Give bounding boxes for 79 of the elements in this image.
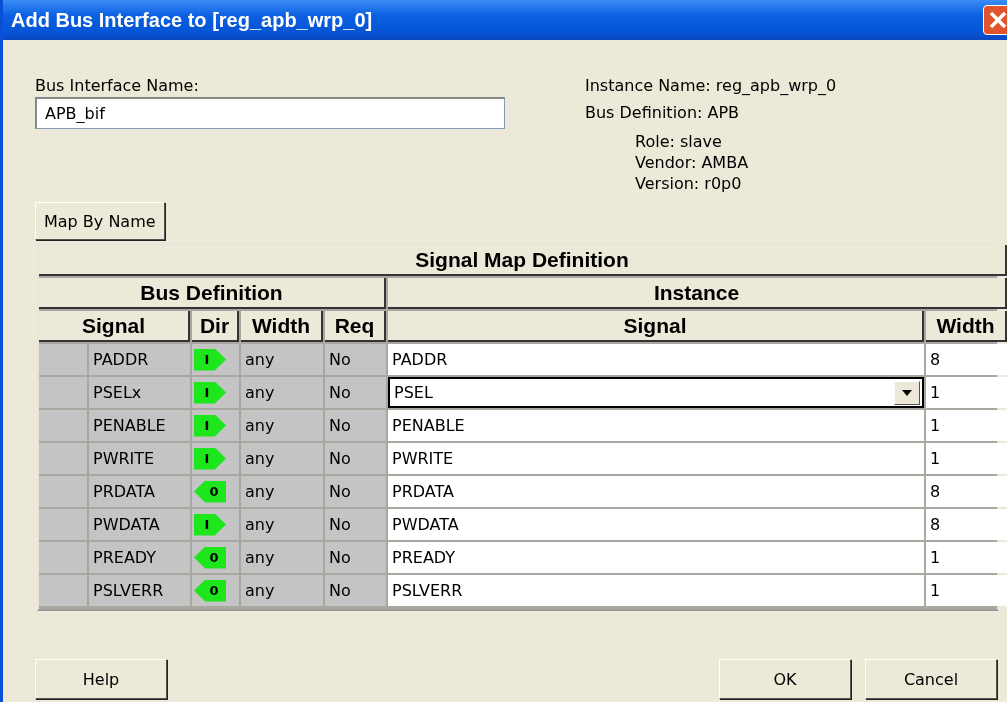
row-header [39,377,87,408]
input-direction-badge: I [194,513,226,536]
table-cell: any [241,410,323,441]
row-header [39,575,87,606]
table-cell: No [325,443,386,474]
table-cell: any [241,509,323,540]
role-text: Role: slave [635,132,723,151]
cancel-button[interactable]: Cancel [865,659,997,699]
close-button[interactable] [983,5,1007,35]
table-cell[interactable]: PADDR [388,344,924,375]
row-header [39,443,87,474]
table-cell[interactable]: 8 [926,509,1007,540]
table-cell: No [325,575,386,606]
close-icon [987,9,1007,31]
table-cell[interactable]: PREADY [388,542,924,573]
table-cell[interactable]: PWRITE [388,443,924,474]
table-cell: No [325,377,386,408]
table-cell[interactable]: 8 [926,344,1007,375]
table-cell: No [325,410,386,441]
table-cell[interactable]: 1 [926,542,1007,573]
table-cell: PREADY [89,542,190,573]
output-direction-badge: 0 [194,546,226,569]
input-direction-badge: I [194,414,226,437]
table-cell[interactable]: 1 [926,377,1007,408]
output-direction-badge: 0 [194,480,226,503]
row-header [39,509,87,540]
signal-dropdown[interactable]: PSEL [388,377,924,408]
version-text: Version: r0p0 [635,174,743,193]
table-cell[interactable]: 1 [926,410,1007,441]
table-cell: any [241,575,323,606]
table-cell[interactable]: 8 [926,476,1007,507]
vendor-text: Vendor: AMBA [635,153,750,172]
table-cell: PRDATA [89,476,190,507]
input-direction-badge: I [194,447,226,470]
table-cell[interactable]: 1 [926,575,1007,606]
table-cell: No [325,344,386,375]
table-cell[interactable]: PENABLE [388,410,924,441]
window-title: Add Bus Interface to [reg_apb_wrp_0] [11,8,373,32]
table-cell: PWDATA [89,509,190,540]
output-direction-badge: 0 [194,579,226,602]
map-by-name-button[interactable]: Map By Name [35,202,165,240]
column-header[interactable]: Signal [39,311,190,342]
input-field[interactable]: APB_bif [35,97,505,129]
table-cell[interactable]: PRDATA [388,476,924,507]
table-cell: PENABLE [89,410,190,441]
table-cell: any [241,377,323,408]
table-cell[interactable]: 1 [926,443,1007,474]
row-header [39,476,87,507]
group-header: Instance [388,278,1007,309]
row-header [39,410,87,441]
table-cell: any [241,476,323,507]
table-cell[interactable]: PWDATA [388,509,924,540]
table-cell: No [325,542,386,573]
instance-name-text: Instance Name: reg_apb_wrp_0 [585,76,837,95]
input-direction-badge: I [194,348,226,371]
column-header[interactable]: Dir [192,311,239,342]
table-cell: PSELx [89,377,190,408]
column-header[interactable]: Width [241,311,323,342]
column-header[interactable]: Signal [388,311,924,342]
table-title: Signal Map Definition [39,245,1007,276]
table-cell: PWRITE [89,443,190,474]
column-header[interactable]: Req [325,311,386,342]
bus-definition-text: Bus Definition: APB [585,103,741,122]
table-cell: PSLVERR [89,575,190,606]
table-cell[interactable]: PSLVERR [388,575,924,606]
table-cell: No [325,509,386,540]
table-cell: PADDR [89,344,190,375]
help-button[interactable]: Help [35,659,167,699]
row-header [39,542,87,573]
table-cell: any [241,542,323,573]
ok-button[interactable]: OK [719,659,851,699]
table-cell: No [325,476,386,507]
input-direction-badge: I [194,381,226,404]
row-header [39,344,87,375]
field-label: Bus Interface Name: [35,76,200,95]
column-header[interactable]: Width [926,311,1007,342]
table-cell: any [241,443,323,474]
table-cell: any [241,344,323,375]
group-header: Bus Definition [39,278,386,309]
